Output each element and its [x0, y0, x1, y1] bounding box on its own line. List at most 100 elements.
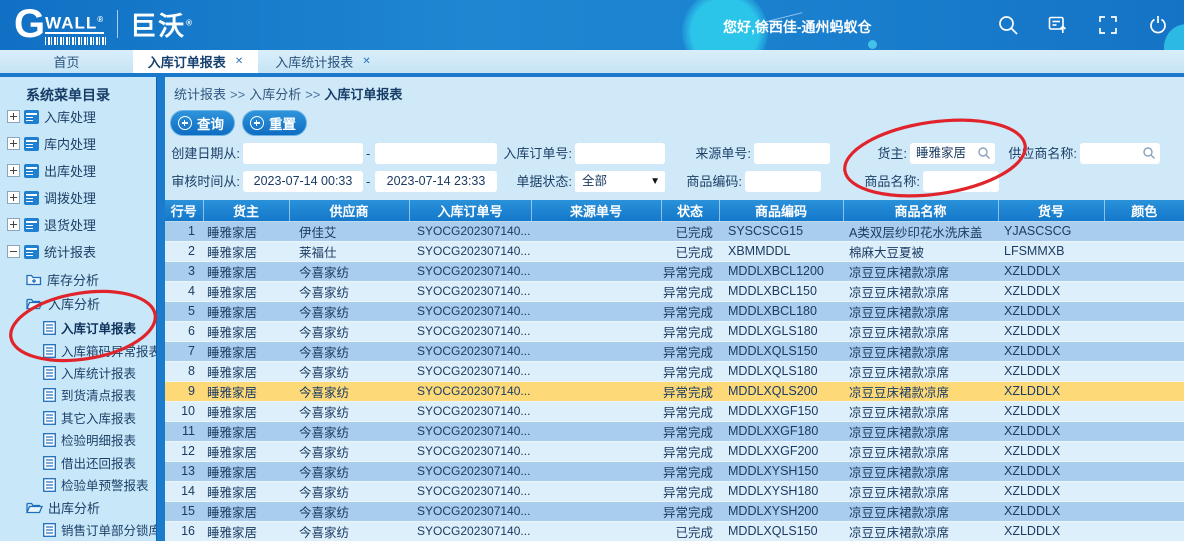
order-no-label: 入库订单号:: [497, 143, 572, 164]
sidebar-item-入库箱码异常报表[interactable]: 入库箱码异常报表: [43, 341, 156, 360]
column-header-行号[interactable]: 行号: [165, 200, 203, 221]
magnifier-icon[interactable]: [977, 146, 991, 160]
sidebar-item-入库处理[interactable]: 入库处理: [7, 107, 96, 126]
order-no-input[interactable]: [575, 143, 665, 164]
column-header-商品编码[interactable]: 商品编码: [719, 200, 843, 221]
tab-2[interactable]: 入库订单报表✕: [133, 50, 258, 73]
sidebar-item-库存分析[interactable]: 库存分析: [26, 270, 99, 289]
table-row[interactable]: 3睡雅家居今喜家纺SYOCG202307140...异常完成MDDLXBCL12…: [165, 261, 1184, 281]
sidebar-item-入库分析[interactable]: 入库分析: [26, 294, 100, 313]
cell: [531, 421, 661, 441]
expand-plus-icon[interactable]: [7, 218, 20, 231]
reset-button[interactable]: 重置: [242, 110, 307, 136]
sidebar-item-label: 入库订单报表: [61, 318, 136, 337]
user-greeting: 您好,徐西佳-通州蚂蚁仓: [723, 17, 872, 37]
cell: MDDLXYSH180: [719, 481, 843, 501]
table-row[interactable]: 9睡雅家居今喜家纺SYOCG202307140...异常完成MDDLXQLS20…: [165, 381, 1184, 401]
table-row[interactable]: 10睡雅家居今喜家纺SYOCG202307140...异常完成MDDLXXGF1…: [165, 401, 1184, 421]
column-header-颜色[interactable]: 颜色: [1104, 200, 1184, 221]
column-header-货主[interactable]: 货主: [203, 200, 289, 221]
tab-1[interactable]: 首页: [0, 50, 133, 73]
column-header-商品名称[interactable]: 商品名称: [843, 200, 998, 221]
sidebar-scrollbar[interactable]: [156, 77, 165, 541]
sidebar-item-label: 出库处理: [44, 161, 96, 180]
column-header-入库订单号[interactable]: 入库订单号: [409, 200, 531, 221]
cell: [531, 521, 661, 541]
table-row[interactable]: 11睡雅家居今喜家纺SYOCG202307140...异常完成MDDLXXGF1…: [165, 421, 1184, 441]
search-icon[interactable]: [996, 13, 1020, 37]
cell: 10: [165, 401, 203, 421]
create-date-to-input[interactable]: [375, 143, 497, 164]
expand-plus-icon[interactable]: [7, 110, 20, 123]
table-row[interactable]: 15睡雅家居今喜家纺SYOCG202307140...异常完成MDDLXYSH2…: [165, 501, 1184, 521]
close-icon[interactable]: ✕: [235, 56, 243, 67]
sidebar-item-出库分析[interactable]: 出库分析: [26, 498, 100, 517]
sidebar-item-其它入库报表[interactable]: 其它入库报表: [43, 408, 136, 427]
table-row[interactable]: 1睡雅家居伊佳艾SYOCG202307140...已完成SYSCSCG15A类双…: [165, 221, 1184, 241]
sidebar-item-统计报表[interactable]: 统计报表: [7, 242, 96, 261]
cell: YJASCSCG: [998, 221, 1104, 241]
cell: XZLDDLX: [998, 361, 1104, 381]
cell: 13: [165, 461, 203, 481]
sidebar-item-检验明细报表[interactable]: 检验明细报表: [43, 430, 136, 449]
logo-wall-text: WALL: [45, 14, 97, 33]
cell: 睡雅家居: [203, 261, 289, 281]
sidebar-item-入库订单报表[interactable]: 入库订单报表: [43, 318, 136, 337]
fullscreen-icon[interactable]: [1096, 13, 1120, 37]
collapse-minus-icon[interactable]: [7, 245, 20, 258]
export-icon[interactable]: [1046, 13, 1070, 37]
table-row[interactable]: 14睡雅家居今喜家纺SYOCG202307140...异常完成MDDLXYSH1…: [165, 481, 1184, 501]
tab-3[interactable]: 入库统计报表✕: [258, 50, 388, 73]
audit-to-input[interactable]: 2023-07-14 23:33: [375, 171, 497, 192]
sku-name-input[interactable]: [923, 171, 999, 192]
owner-field[interactable]: 睡雅家居: [910, 143, 995, 164]
table-row[interactable]: 13睡雅家居今喜家纺SYOCG202307140...异常完成MDDLXYSH1…: [165, 461, 1184, 481]
window-icon: [24, 137, 39, 151]
source-no-input[interactable]: [754, 143, 830, 164]
sidebar-item-出库处理[interactable]: 出库处理: [7, 161, 96, 180]
sidebar-item-到货清点报表[interactable]: 到货清点报表: [43, 385, 136, 404]
cell: 11: [165, 421, 203, 441]
supplier-field[interactable]: [1080, 143, 1160, 164]
cell: MDDLXBCL180: [719, 301, 843, 321]
cell: 凉豆豆床裙款凉席: [843, 461, 998, 481]
column-header-来源单号[interactable]: 来源单号: [531, 200, 661, 221]
table-row[interactable]: 2睡雅家居莱福仕SYOCG202307140...已完成XBMMDDL棉麻大豆夏…: [165, 241, 1184, 261]
status-select[interactable]: 全部▼: [575, 171, 665, 192]
column-header-供应商[interactable]: 供应商: [289, 200, 409, 221]
doc-icon: [43, 366, 56, 380]
cell: SYOCG202307140...: [409, 441, 531, 461]
expand-plus-icon[interactable]: [7, 191, 20, 204]
table-row[interactable]: 6睡雅家居今喜家纺SYOCG202307140...异常完成MDDLXGLS18…: [165, 321, 1184, 341]
cell: SYOCG202307140...: [409, 421, 531, 441]
cell: [531, 281, 661, 301]
expand-plus-icon[interactable]: [7, 164, 20, 177]
sidebar-item-入库统计报表[interactable]: 入库统计报表: [43, 363, 136, 382]
column-header-货号[interactable]: 货号: [998, 200, 1104, 221]
sidebar-item-检验单预警报表[interactable]: 检验单预警报表: [43, 475, 149, 494]
query-button[interactable]: 查询: [170, 110, 235, 136]
cell: [1104, 341, 1184, 361]
sidebar-item-库内处理[interactable]: 库内处理: [7, 134, 96, 153]
doc-icon: [43, 478, 56, 492]
sidebar-item-借出还回报表[interactable]: 借出还回报表: [43, 453, 136, 472]
table-row[interactable]: 16睡雅家居今喜家纺SYOCG202307140...已完成MDDLXQLS15…: [165, 521, 1184, 541]
main-panel: 统计报表>>入库分析>>入库订单报表 查询 重置 创建日期从: - 入库订单号:…: [165, 77, 1184, 541]
power-icon[interactable]: [1146, 13, 1170, 37]
column-header-状态[interactable]: 状态: [661, 200, 719, 221]
expand-plus-icon[interactable]: [7, 137, 20, 150]
create-date-from-input[interactable]: [243, 143, 363, 164]
magnifier-icon[interactable]: [1142, 146, 1156, 160]
close-icon[interactable]: ✕: [362, 56, 370, 67]
sidebar-item-销售订单部分锁库报[interactable]: 销售订单部分锁库报: [43, 520, 156, 539]
sidebar-item-退货处理[interactable]: 退货处理: [7, 215, 96, 234]
table-row[interactable]: 4睡雅家居今喜家纺SYOCG202307140...异常完成MDDLXBCL15…: [165, 281, 1184, 301]
table-row[interactable]: 5睡雅家居今喜家纺SYOCG202307140...异常完成MDDLXBCL18…: [165, 301, 1184, 321]
table-row[interactable]: 12睡雅家居今喜家纺SYOCG202307140...异常完成MDDLXXGF2…: [165, 441, 1184, 461]
table-row[interactable]: 8睡雅家居今喜家纺SYOCG202307140...异常完成MDDLXQLS18…: [165, 361, 1184, 381]
cell: 睡雅家居: [203, 481, 289, 501]
table-row[interactable]: 7睡雅家居今喜家纺SYOCG202307140...异常完成MDDLXQLS15…: [165, 341, 1184, 361]
audit-from-input[interactable]: 2023-07-14 00:33: [243, 171, 363, 192]
sidebar-item-调拨处理[interactable]: 调拨处理: [7, 188, 96, 207]
sku-code-input[interactable]: [745, 171, 821, 192]
